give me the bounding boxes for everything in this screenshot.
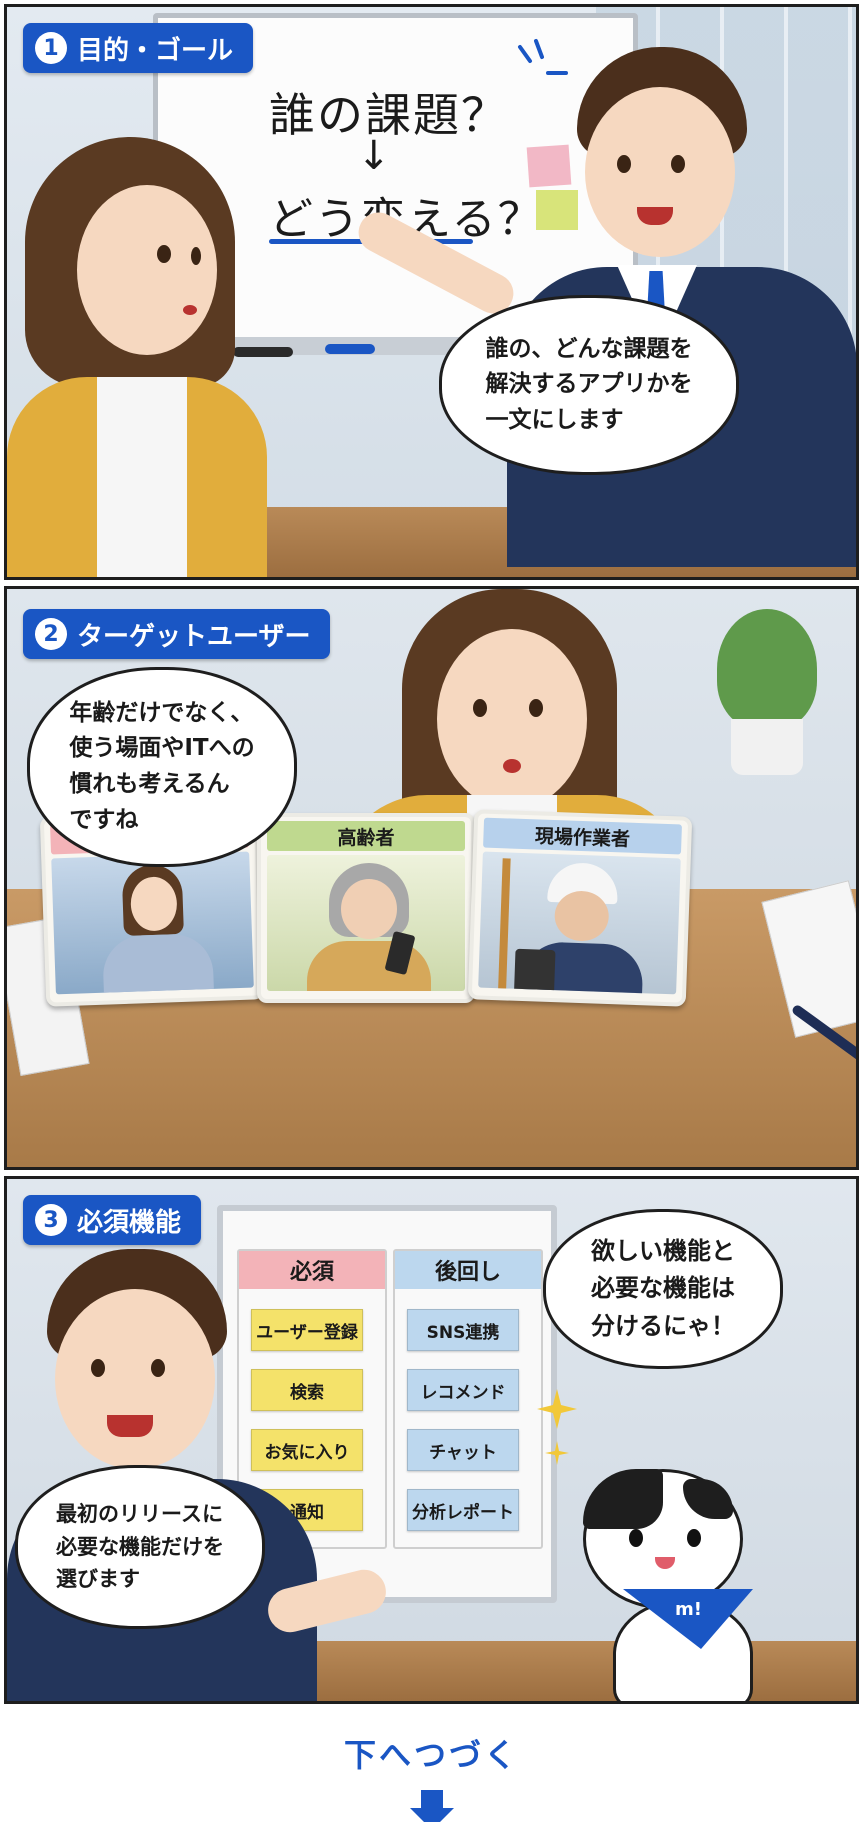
badge-number: 3 [35, 1204, 67, 1236]
scarf-text: m! [675, 1599, 702, 1620]
panel-goal: 誰の課題？ ↓ どう変える？ 誰の、どんな課題を 解決するアプリかを 一文にしま… [4, 4, 859, 580]
later-item: 分析レポート [407, 1489, 519, 1531]
card-illustration [267, 855, 465, 991]
panel-required-features: 必須 ユーザー登録 検索 お気に入り 通知 後回し SNS連携 レコメンド チャ… [4, 1176, 859, 1704]
speech-bubble-cat: 欲しい機能と 必要な機能は 分けるにゃ！ [543, 1209, 783, 1369]
continue-indicator[interactable]: 下へつづく [0, 1716, 863, 1822]
speech-text: 誰の、どんな課題を 解決するアプリかを 一文にします [485, 335, 693, 433]
card-label: 現場作業者 [483, 817, 682, 855]
sparkle-icon [537, 1389, 577, 1465]
badge-label: ターゲットユーザー [77, 621, 311, 652]
card-illustration [478, 851, 681, 995]
badge-label: 目的・ゴール [77, 35, 234, 66]
card-label: 高齢者 [267, 821, 465, 851]
persona-card-worker: 現場作業者 [467, 809, 693, 1007]
section-badge: 3 必須機能 [23, 1195, 202, 1245]
speech-text: 最初のリリースに 必要な機能だけを 選びます [56, 1502, 224, 1592]
panel-target-user: 年齢だけでなく、 使う場面やITへの 慣れも考えるん ですね 通勤中の人 高齢者… [4, 586, 859, 1170]
later-item: レコメンド [407, 1369, 519, 1411]
badge-number: 2 [35, 618, 67, 650]
section-badge: 2 ターゲットユーザー [23, 609, 331, 659]
cat-mascot: m! [537, 1389, 813, 1701]
badge-label: 必須機能 [77, 1207, 182, 1238]
continue-text[interactable]: 下へつづく [344, 1730, 519, 1776]
speech-text: 欲しい機能と 必要な機能は 分けるにゃ！ [591, 1237, 735, 1340]
persona-card-senior: 高齢者 [257, 813, 475, 1003]
later-item: チャット [407, 1429, 519, 1471]
marker-blue [325, 344, 375, 354]
badge-number: 1 [35, 32, 67, 64]
speech-bubble-man: 最初のリリースに 必要な機能だけを 選びます [15, 1465, 265, 1629]
woman-character [7, 127, 267, 577]
speech-text: 年齢だけでなく、 使う場面やITへの 慣れも考えるん ですね [69, 699, 255, 833]
later-header: 後回し [395, 1251, 541, 1289]
card-illustration [51, 851, 254, 995]
section-badge: 1 目的・ゴール [23, 23, 254, 73]
speech-bubble-woman: 年齢だけでなく、 使う場面やITへの 慣れも考えるん ですね [27, 667, 297, 867]
speech-bubble-man: 誰の、どんな課題を 解決するアプリかを 一文にします [439, 295, 739, 475]
down-arrow-icon[interactable] [409, 1790, 454, 1822]
later-item: SNS連携 [407, 1309, 519, 1351]
later-column: 後回し SNS連携 レコメンド チャット 分析レポート [393, 1249, 543, 1549]
